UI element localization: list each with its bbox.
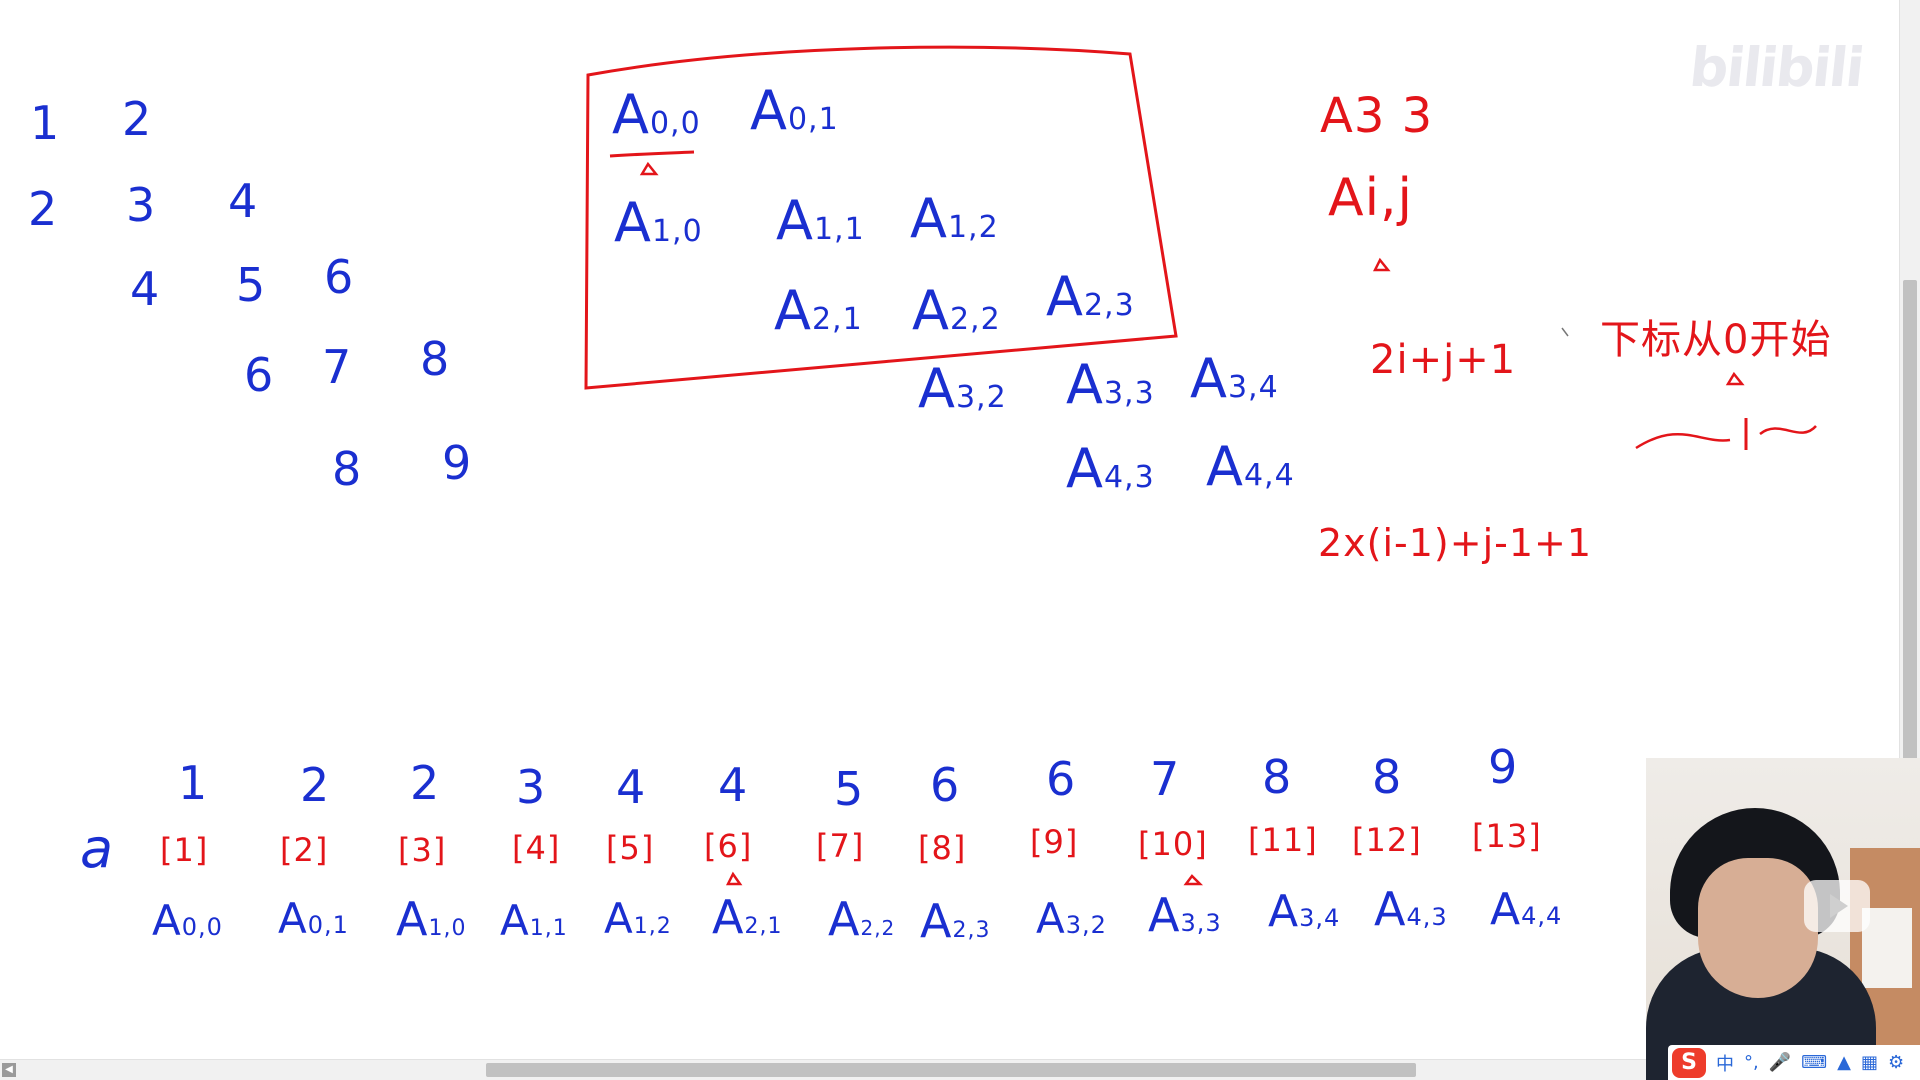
array-index: [9] [1030, 823, 1079, 861]
whiteboard-canvas: bilibili 1 2 2 3 4 4 5 6 6 7 8 8 9 A0,0 … [0, 0, 1900, 1060]
left-number: 9 [442, 436, 473, 490]
red-triangle-mark [1183, 874, 1204, 886]
array-value: 6 [930, 758, 961, 812]
matrix-entry: A1,1 [776, 189, 865, 252]
array-index: [6] [704, 827, 753, 865]
mic-icon[interactable]: 🎤 [1769, 1052, 1791, 1073]
note-formula-1: 2i+j+1 [1370, 337, 1517, 383]
ime-toolbar[interactable]: S 中 °, 🎤 ⌨ ▲ ▦ ⚙ [1668, 1045, 1920, 1080]
array-value: 4 [616, 760, 647, 814]
bilibili-watermark: bilibili [1686, 36, 1866, 99]
array-value: 8 [1372, 750, 1403, 804]
array-element: A2,2 [828, 892, 896, 946]
left-number: 6 [324, 250, 355, 304]
ime-language[interactable]: 中 [1716, 1050, 1734, 1076]
array-element: A4,3 [1374, 882, 1448, 936]
left-number: 5 [236, 258, 267, 312]
horizontal-scroll-thumb[interactable] [486, 1063, 1416, 1077]
array-index: [3] [398, 831, 447, 869]
array-element: A1,1 [500, 896, 568, 945]
matrix-entry: A3,2 [918, 357, 1007, 420]
scroll-left-arrow-icon[interactable]: ◀ [2, 1063, 16, 1077]
matrix-entry: A1,0 [614, 191, 703, 254]
left-number: 4 [228, 174, 259, 228]
matrix-entry: A3,4 [1190, 347, 1279, 410]
shirt-icon[interactable]: ▲ [1837, 1052, 1851, 1073]
left-number: 8 [332, 442, 363, 496]
red-triangle-mark [1372, 257, 1391, 272]
note-aij: Ai,j [1328, 168, 1413, 228]
left-number: 2 [122, 92, 153, 146]
array-index: [10] [1138, 825, 1208, 863]
array-index: [11] [1248, 821, 1318, 859]
matrix-entry: A4,4 [1206, 435, 1295, 498]
red-triangle-mark [725, 871, 743, 886]
red-tilde-left [1635, 432, 1731, 450]
settings-icon[interactable]: ⚙ [1888, 1052, 1904, 1073]
array-value: 7 [1150, 752, 1181, 806]
left-number: 4 [130, 262, 161, 316]
array-element: A2,1 [712, 890, 783, 944]
array-element: A0,1 [278, 894, 349, 943]
array-index: [1] [160, 831, 209, 869]
array-element: A1,0 [396, 892, 467, 946]
note-formula-2: 2x(i-1)+j-1+1 [1318, 521, 1593, 565]
array-index: [7] [816, 827, 865, 865]
grid-icon[interactable]: ▦ [1861, 1052, 1878, 1073]
left-number: 1 [30, 96, 61, 150]
array-value: 9 [1488, 740, 1519, 794]
array-index: [13] [1472, 817, 1542, 855]
matrix-entry: A2,2 [912, 279, 1001, 342]
array-element: A3,4 [1268, 886, 1341, 937]
array-index: [4] [512, 829, 561, 867]
sogou-logo-icon[interactable]: S [1672, 1047, 1706, 1078]
note-a33: A3 3 [1320, 88, 1434, 144]
array-element: A3,2 [1036, 894, 1107, 943]
note-chinese: 下标从0开始 [1600, 317, 1832, 363]
array-value: 1 [178, 756, 209, 810]
matrix-entry: A1,2 [910, 187, 999, 250]
left-number: 3 [126, 178, 157, 232]
matrix-entry: A0,1 [750, 79, 839, 142]
red-tilde-right [1759, 425, 1817, 436]
array-value: 6 [1046, 752, 1077, 806]
array-element: A4,4 [1490, 884, 1563, 935]
array-value: 3 [516, 760, 547, 814]
array-value: 5 [834, 762, 865, 816]
red-triangle-mark [1725, 371, 1745, 386]
matrix-entry: A0,0 [612, 83, 701, 146]
array-index: [8] [918, 829, 967, 867]
matrix-entry: A3,3 [1066, 353, 1155, 416]
horizontal-scrollbar[interactable]: ◀ [0, 1059, 1920, 1080]
matrix-entry: A4,3 [1066, 437, 1155, 500]
red-underline [609, 150, 695, 158]
left-number: 6 [244, 348, 275, 402]
array-element: A3,3 [1148, 888, 1222, 942]
array-element: A1,2 [604, 894, 672, 943]
array-value: 2 [300, 758, 331, 812]
array-index: [12] [1352, 821, 1422, 859]
left-number: 7 [322, 340, 353, 394]
left-number: 8 [420, 332, 451, 386]
array-value: 4 [718, 758, 749, 812]
cursor-mark [1561, 327, 1569, 337]
matrix-entry: A2,1 [774, 279, 863, 342]
person-face [1698, 858, 1818, 998]
webcam-overlay [1646, 758, 1920, 1080]
red-triangle-mark [639, 161, 659, 176]
array-value: 8 [1262, 750, 1293, 804]
array-element: A0,0 [152, 896, 223, 945]
matrix-entry: A2,3 [1046, 265, 1135, 328]
keyboard-icon[interactable]: ⌨ [1801, 1052, 1827, 1073]
ime-punctuation[interactable]: °, [1744, 1052, 1759, 1073]
array-label: a [80, 817, 115, 880]
left-number: 2 [28, 182, 59, 236]
array-index: [5] [606, 829, 655, 867]
array-element: A2,3 [920, 894, 991, 948]
array-index: [2] [280, 831, 329, 869]
array-value: 2 [410, 756, 441, 810]
play-icon[interactable] [1804, 880, 1870, 932]
